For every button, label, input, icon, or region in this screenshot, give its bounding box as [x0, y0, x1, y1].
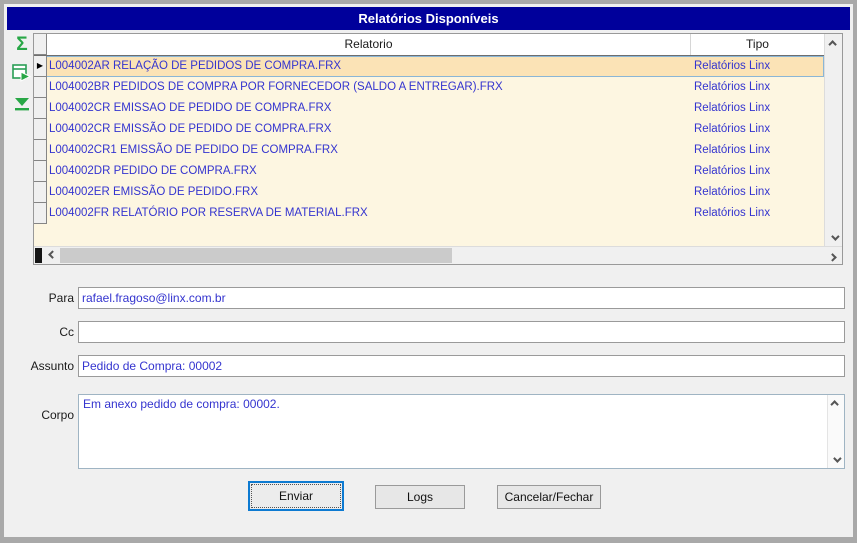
scroll-down-button[interactable]	[828, 452, 844, 468]
scroll-up-button[interactable]	[828, 395, 844, 411]
row-selector-cell[interactable]: ▶	[34, 98, 47, 119]
cancelar-fechar-button-label: Cancelar/Fechar	[504, 490, 594, 504]
cc-field[interactable]	[78, 321, 845, 343]
grid-vertical-scrollbar[interactable]	[824, 34, 842, 246]
table-row[interactable]: ▶ L004002CR EMISSÃO DE PEDIDO DE COMPRA.…	[34, 119, 824, 140]
cell-relatorio[interactable]: L004002BR PEDIDOS DE COMPRA POR FORNECED…	[47, 77, 691, 98]
assunto-field[interactable]	[78, 355, 845, 377]
cell-tipo[interactable]: Relatórios Linx	[691, 77, 824, 98]
row-selector-cell[interactable]: ▶	[34, 203, 47, 224]
cancelar-fechar-button[interactable]: Cancelar/Fechar	[497, 485, 601, 509]
table-row[interactable]: ▶ L004002DR PEDIDO DE COMPRA.FRX Relatór…	[34, 161, 824, 182]
record-pointer-icon: ▶	[36, 61, 44, 70]
para-field[interactable]	[78, 287, 845, 309]
relatorios-disponiveis-dialog: Relatórios Disponíveis Σ Relatorio Tipo	[0, 0, 857, 543]
grid-selector-header	[34, 34, 47, 55]
cell-tipo[interactable]: Relatórios Linx	[691, 56, 824, 77]
left-toolbar: Σ	[9, 35, 35, 119]
scroll-down-button[interactable]	[825, 229, 842, 246]
assunto-label: Assunto	[30, 359, 74, 373]
cell-relatorio[interactable]: L004002DR PEDIDO DE COMPRA.FRX	[47, 161, 691, 182]
scroll-up-button[interactable]	[825, 34, 842, 51]
chevron-left-icon	[48, 249, 57, 259]
cc-label: Cc	[59, 325, 74, 339]
cell-tipo[interactable]: Relatórios Linx	[691, 161, 824, 182]
logs-button-label: Logs	[406, 490, 434, 504]
move-to-bottom-icon[interactable]	[12, 96, 32, 119]
window-title: Relatórios Disponíveis	[358, 11, 499, 26]
corpo-vertical-scrollbar[interactable]	[827, 395, 844, 468]
chevron-down-icon	[830, 231, 840, 241]
cell-relatorio[interactable]: L004002AR RELAÇÃO DE PEDIDOS DE COMPRA.F…	[47, 56, 691, 77]
row-selector-cell[interactable]: ▶	[34, 77, 47, 98]
table-row[interactable]: ▶ L004002FR RELATÓRIO POR RESERVA DE MAT…	[34, 203, 824, 224]
cell-tipo[interactable]: Relatórios Linx	[691, 119, 824, 140]
chevron-down-icon	[833, 454, 842, 463]
column-header-tipo[interactable]: Tipo	[691, 34, 824, 55]
sum-icon[interactable]: Σ	[16, 35, 27, 55]
grid-header-row: Relatorio Tipo	[34, 34, 824, 56]
chevron-right-icon	[828, 252, 837, 262]
table-row[interactable]: ▶ L004002AR RELAÇÃO DE PEDIDOS DE COMPRA…	[34, 56, 824, 77]
row-selector-cell[interactable]: ▶	[34, 56, 47, 77]
chevron-up-icon	[830, 400, 839, 409]
cell-relatorio[interactable]: L004002CR EMISSAO DE PEDIDO DE COMPRA.FR…	[47, 98, 691, 119]
reports-grid: Relatorio Tipo ▶ L004002AR RELAÇÃO DE PE…	[33, 33, 843, 265]
scroll-right-button[interactable]	[826, 247, 842, 264]
row-selector-cell[interactable]: ▶	[34, 182, 47, 203]
column-header-relatorio[interactable]: Relatorio	[47, 34, 691, 55]
cell-tipo[interactable]: Relatórios Linx	[691, 140, 824, 161]
titlebar[interactable]: Relatórios Disponíveis	[7, 7, 850, 30]
cell-tipo[interactable]: Relatórios Linx	[691, 98, 824, 119]
row-selector-cell[interactable]: ▶	[34, 161, 47, 182]
cell-relatorio[interactable]: L004002FR RELATÓRIO POR RESERVA DE MATER…	[47, 203, 691, 224]
cell-relatorio[interactable]: L004002ER EMISSÃO DE PEDIDO.FRX	[47, 182, 691, 203]
run-report-icon[interactable]	[11, 62, 33, 89]
para-label: Para	[48, 291, 74, 305]
cell-tipo[interactable]: Relatórios Linx	[691, 203, 824, 224]
grid-body: ▶ L004002AR RELAÇÃO DE PEDIDOS DE COMPRA…	[34, 56, 824, 224]
corpo-field[interactable]: Em anexo pedido de compra: 00002.	[79, 395, 827, 468]
table-row[interactable]: ▶ L004002CR EMISSAO DE PEDIDO DE COMPRA.…	[34, 98, 824, 119]
splitter-handle[interactable]	[35, 248, 42, 263]
enviar-button-label: Enviar	[251, 484, 341, 508]
cell-relatorio[interactable]: L004002CR1 EMISSÃO DE PEDIDO DE COMPRA.F…	[47, 140, 691, 161]
cell-relatorio[interactable]: L004002CR EMISSÃO DE PEDIDO DE COMPRA.FR…	[47, 119, 691, 140]
table-row[interactable]: ▶ L004002CR1 EMISSÃO DE PEDIDO DE COMPRA…	[34, 140, 824, 161]
chevron-up-icon	[827, 39, 837, 49]
corpo-field-wrap: Em anexo pedido de compra: 00002.	[78, 394, 845, 469]
cell-tipo[interactable]: Relatórios Linx	[691, 182, 824, 203]
grid-horizontal-scrollbar[interactable]	[34, 246, 842, 264]
row-selector-cell[interactable]: ▶	[34, 119, 47, 140]
table-row[interactable]: ▶ L004002ER EMISSÃO DE PEDIDO.FRX Relató…	[34, 182, 824, 203]
scroll-left-button[interactable]	[43, 247, 59, 264]
logs-button[interactable]: Logs	[375, 485, 465, 509]
horizontal-scroll-thumb[interactable]	[60, 248, 452, 263]
table-row[interactable]: ▶ L004002BR PEDIDOS DE COMPRA POR FORNEC…	[34, 77, 824, 98]
enviar-button[interactable]: Enviar	[248, 481, 344, 511]
row-selector-cell[interactable]: ▶	[34, 140, 47, 161]
grid-viewport: Relatorio Tipo ▶ L004002AR RELAÇÃO DE PE…	[34, 34, 824, 246]
corpo-label: Corpo	[41, 408, 74, 422]
